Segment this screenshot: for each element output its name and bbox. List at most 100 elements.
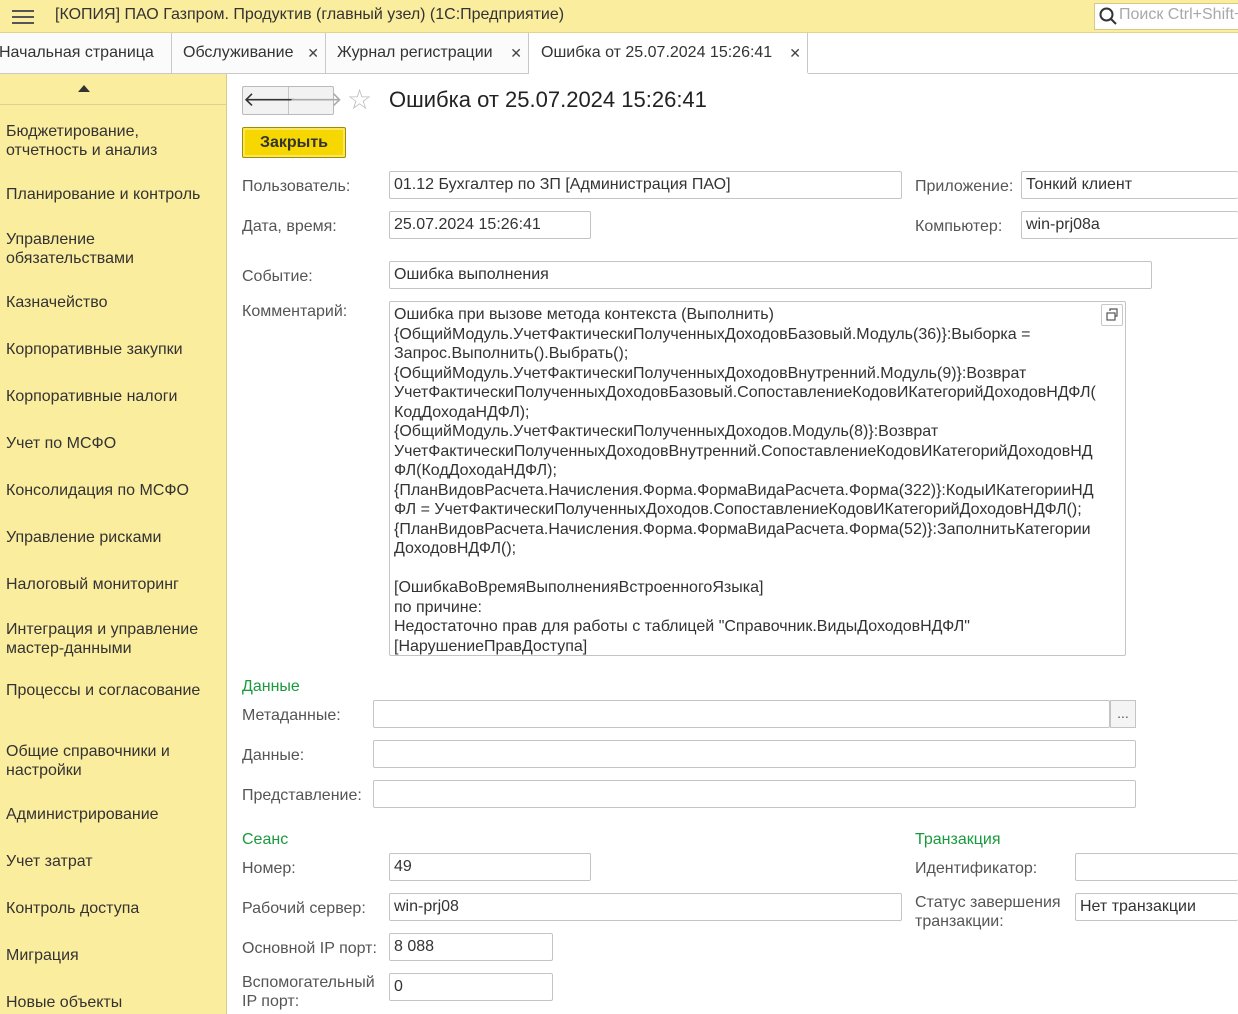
comment-line: [394, 559, 1121, 579]
metadata-select-button[interactable]: ...: [1110, 700, 1136, 728]
sidebar-item-ifrs-consolidation[interactable]: Консолидация по МСФО: [6, 481, 221, 500]
comment-line: {ОбщийМодуль.УчетФактическиПолученныхДох…: [394, 423, 939, 440]
close-icon[interactable]: ✕: [307, 33, 319, 73]
presentation-label: Представление:: [242, 787, 362, 804]
application-field[interactable]: Тонкий клиент: [1021, 171, 1238, 199]
number-field[interactable]: 49: [389, 853, 591, 881]
navigation-buttons: 🡐 🡒: [242, 86, 343, 115]
data-field[interactable]: [373, 740, 1136, 768]
comment-line: {ПланВидовРасчета.Начисления.Форма.Форма…: [394, 481, 1094, 499]
tab-maintenance[interactable]: Обслуживание ✕: [172, 33, 326, 73]
transaction-status-label: Статус завершения транзакции:: [915, 893, 1061, 931]
aux-port-field[interactable]: 0: [389, 973, 553, 1001]
transaction-id-field[interactable]: [1075, 853, 1238, 881]
tab-home[interactable]: Начальная страница: [0, 33, 172, 73]
close-button[interactable]: Закрыть: [242, 127, 346, 158]
comment-line: {ОбщийМодуль.УчетФактическиПолученныхДох…: [394, 325, 1031, 343]
computer-label: Компьютер:: [915, 218, 1003, 235]
tab-event-log[interactable]: Журнал регистрации ✕: [326, 33, 529, 73]
sidebar-item-obligations[interactable]: Управление обязательствами: [6, 230, 221, 268]
tab-label: Начальная страница: [0, 44, 154, 61]
scroll-up-button[interactable]: [0, 74, 226, 105]
sidebar-item-procurement[interactable]: Корпоративные закупки: [6, 340, 221, 359]
comment-line: ФЛ = УчетФактическиПолученныхДоходов.Соп…: [394, 501, 1082, 518]
sidebar-item-processes[interactable]: Процессы и согласование: [6, 681, 221, 700]
arrow-up-icon: [78, 85, 90, 92]
search-box[interactable]: [1094, 3, 1238, 30]
sidebar-item-planning[interactable]: Планирование и контроль: [6, 185, 221, 204]
sidebar-item-budgeting[interactable]: Бюджетирование, отчетность и анализ: [6, 122, 221, 160]
comment-line: ФЛ(КодДоходаНДФЛ);: [394, 462, 557, 479]
search-input[interactable]: [1119, 6, 1238, 24]
aux-port-label: Вспомогательный IP порт:: [242, 973, 375, 1011]
comment-line: {ПланВидовРасчета.Начисления.Форма.Форма…: [394, 520, 1091, 538]
aux-port-label-line: Вспомогательный: [242, 974, 375, 991]
transaction-status-label-line: Статус завершения: [915, 894, 1061, 911]
event-label: Событие:: [242, 268, 313, 285]
presentation-field[interactable]: [373, 780, 1136, 808]
sidebar-item-administration[interactable]: Администрирование: [6, 805, 221, 824]
number-label: Номер:: [242, 860, 296, 877]
tab-bar: Начальная страница Обслуживание ✕ Журнал…: [0, 33, 1238, 74]
tab-label: Обслуживание: [183, 44, 294, 61]
title-bar: [КОПИЯ] ПАО Газпром. Продуктив (главный …: [0, 0, 1238, 33]
comment-line: Недостаточно прав для работы с таблицей …: [394, 618, 970, 635]
application-label: Приложение:: [915, 178, 1014, 195]
favorite-star-icon[interactable]: ☆: [347, 84, 372, 116]
close-icon[interactable]: ✕: [510, 33, 522, 73]
datetime-label: Дата, время:: [242, 218, 337, 235]
comment-line: УчетФактическиПолученныхДоходовБазовый.С…: [394, 384, 1096, 401]
server-field[interactable]: win-prj08: [389, 893, 902, 921]
comment-label: Комментарий:: [242, 303, 348, 320]
aux-port-label-line: IP порт:: [242, 993, 300, 1010]
sidebar-item-migration[interactable]: Миграция: [6, 946, 221, 965]
transaction-status-field[interactable]: Нет транзакции: [1075, 893, 1238, 921]
sidebar-item-access-control[interactable]: Контроль доступа: [6, 899, 221, 918]
comment-line: [ОшибкаВоВремяВыполненияВстроенногоЯзыка…: [394, 579, 764, 596]
sidebar-item-new-objects[interactable]: Новые объекты: [6, 993, 221, 1012]
event-field[interactable]: Ошибка выполнения: [389, 261, 1152, 289]
server-label: Рабочий сервер:: [242, 900, 366, 917]
open-editor-icon[interactable]: [1101, 304, 1123, 326]
user-field[interactable]: 01.12 Бухгалтер по ЗП [Администрация ПАО…: [389, 171, 902, 199]
main-menu-icon[interactable]: [12, 7, 34, 25]
comment-line: [НарушениеПравДоступа]: [394, 637, 588, 655]
comment-line: КодДоходаНДФЛ);: [394, 403, 530, 421]
tab-label: Журнал регистрации: [337, 44, 493, 61]
page-title: Ошибка от 25.07.2024 15:26:41: [389, 87, 707, 112]
datetime-field[interactable]: 25.07.2024 15:26:41: [389, 211, 591, 239]
metadata-field[interactable]: [373, 700, 1110, 728]
comment-line: Запрос.Выполнить().Выбрать();: [394, 345, 629, 362]
sidebar-item-common-settings[interactable]: Общие справочники и настройки: [6, 742, 221, 780]
data-section-title: Данные: [242, 678, 300, 695]
sidebar-item-taxes[interactable]: Корпоративные налоги: [6, 387, 221, 406]
sections-panel: Бюджетирование, отчетность и анализ План…: [0, 74, 227, 1014]
data-label: Данные:: [242, 747, 305, 764]
main-port-label: Основной IP порт:: [242, 940, 377, 957]
main-port-field[interactable]: 8 088: [389, 933, 553, 961]
comment-line: по причине:: [394, 598, 482, 616]
forward-arrow-icon[interactable]: 🡒: [289, 87, 343, 114]
comment-line: Ошибка при вызове метода контекста (Выпо…: [394, 306, 774, 323]
sidebar-item-treasury[interactable]: Казначейство: [6, 293, 221, 312]
sidebar-item-ifrs[interactable]: Учет по МСФО: [6, 434, 221, 453]
comment-line: ДоходовНДФЛ();: [394, 540, 517, 557]
metadata-label: Метаданные:: [242, 707, 341, 724]
comment-line: УчетФактическиПолученныхДоходовВнутренни…: [394, 442, 1093, 460]
back-arrow-icon[interactable]: 🡐: [243, 87, 297, 114]
tab-error-record[interactable]: Ошибка от 25.07.2024 15:26:41 ✕: [529, 33, 808, 74]
transaction-section-title: Транзакция: [915, 831, 1001, 848]
form-area: 🡐 🡒 ☆ Ошибка от 25.07.2024 15:26:41 Закр…: [227, 74, 1238, 1014]
search-icon: [1099, 7, 1117, 25]
comment-textarea[interactable]: Ошибка при вызове метода контекста (Выпо…: [389, 301, 1126, 656]
comment-line: {ОбщийМодуль.УчетФактическиПолученныхДох…: [394, 364, 1027, 382]
sidebar-item-integration[interactable]: Интеграция и управление мастер-данными: [6, 620, 221, 658]
sidebar-item-risks[interactable]: Управление рисками: [6, 528, 221, 547]
tab-label: Ошибка от 25.07.2024 15:26:41: [541, 44, 773, 61]
sidebar-item-cost-accounting[interactable]: Учет затрат: [6, 852, 221, 871]
transaction-id-label: Идентификатор:: [915, 860, 1038, 877]
close-icon[interactable]: ✕: [789, 33, 801, 72]
computer-field[interactable]: win-prj08a: [1021, 211, 1238, 239]
app-title: [КОПИЯ] ПАО Газпром. Продуктив (главный …: [55, 6, 565, 23]
sidebar-item-tax-monitoring[interactable]: Налоговый мониторинг: [6, 575, 221, 594]
